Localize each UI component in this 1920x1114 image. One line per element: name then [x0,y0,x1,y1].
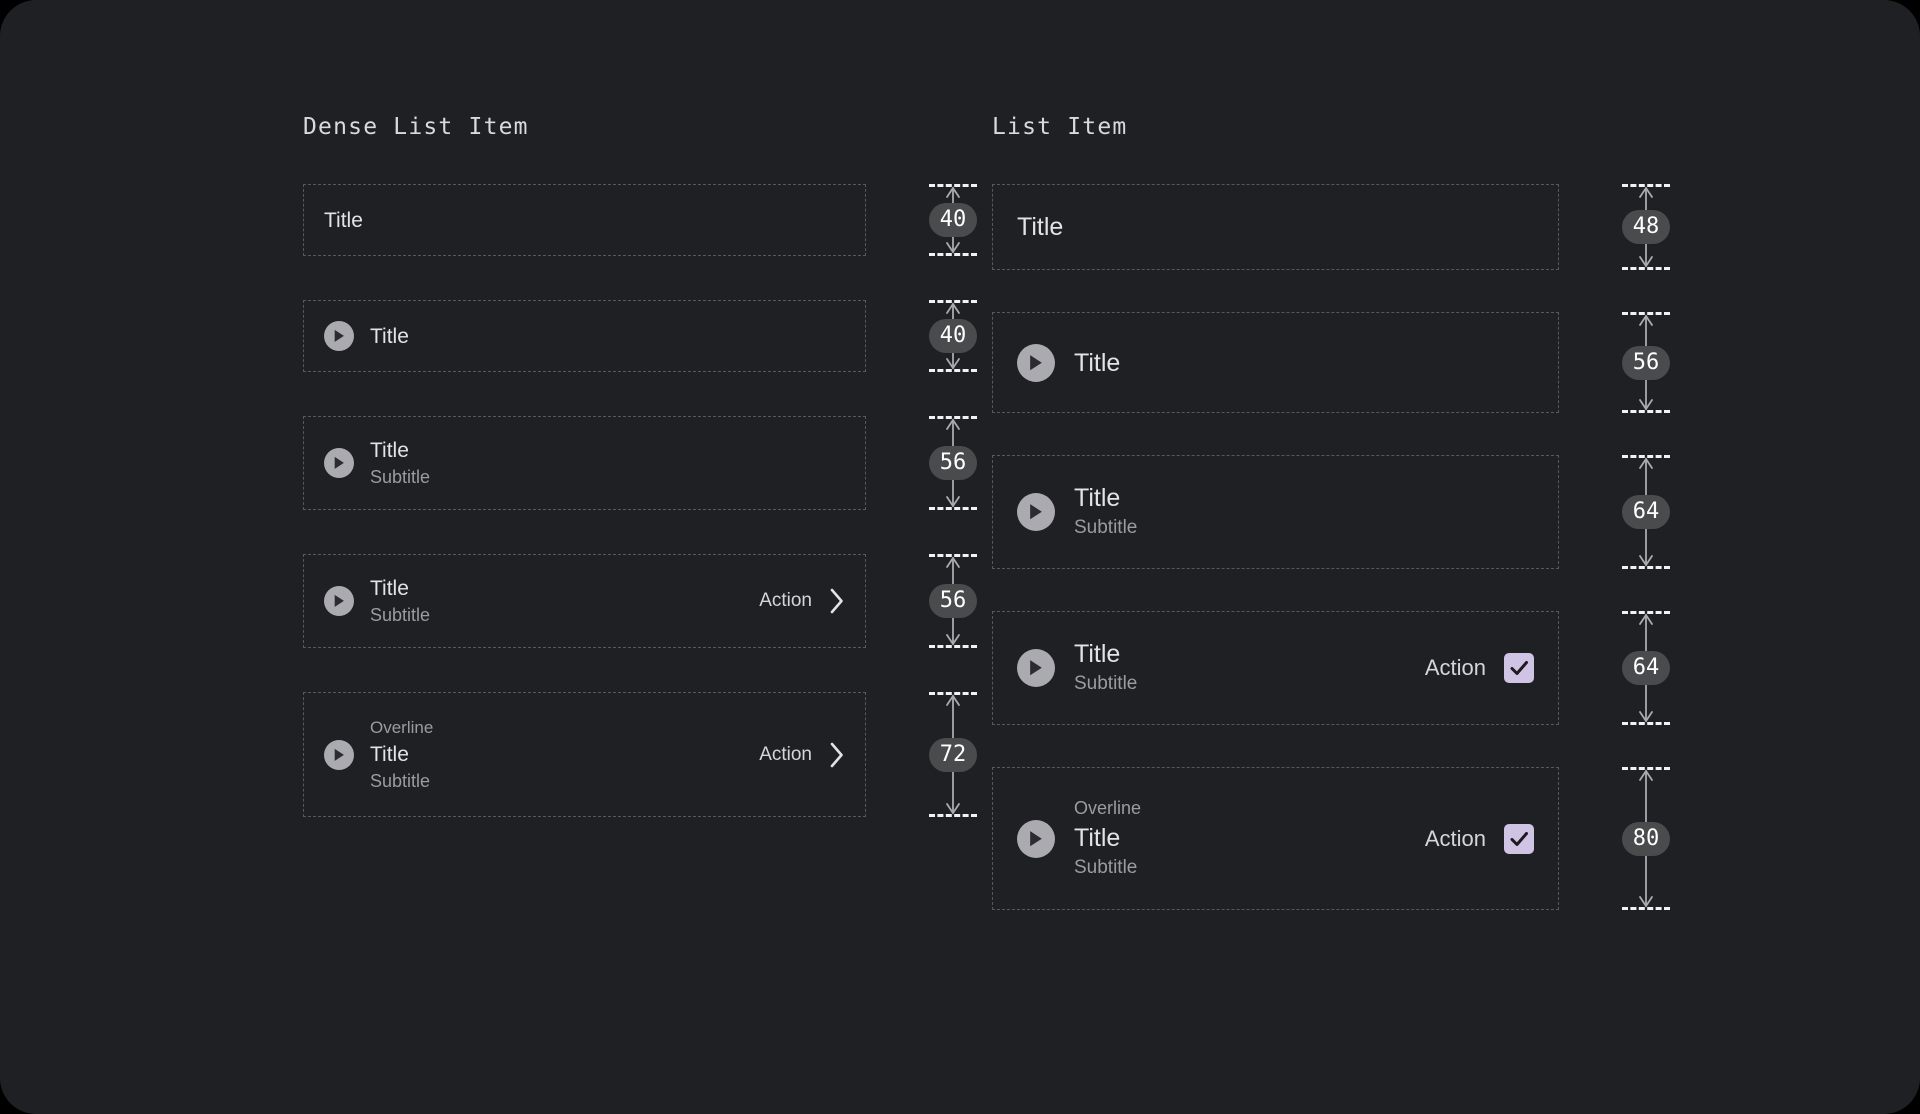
height-measurement: 72 [921,692,985,817]
height-measurement: 40 [921,184,985,256]
list-item-text-block: Title Subtitle [370,437,845,490]
height-badge: 56 [929,584,977,618]
height-measurement: 40 [921,300,985,372]
height-measurement: 56 [921,554,985,648]
list-item-subtitle: Subtitle [1074,857,1138,878]
action-label: Action [1424,825,1486,851]
list-item-text-block: Title Subtitle [370,575,759,628]
list-item-row: Overline Title Subtitle Action 80 [992,767,1670,910]
list-item-row: Title Subtitle 56 [303,416,977,510]
height-badge: 72 [929,737,977,772]
checkbox-checked-icon[interactable] [1504,653,1534,683]
list-item-title: Title [1074,484,1121,512]
list-item-text-block: Title [324,207,845,234]
play-circle-icon[interactable] [1017,649,1055,687]
list-item-text-block: Title Subtitle [1074,482,1534,542]
list-item-text-block: Title [1017,211,1534,243]
list-item-row: Overline Title Subtitle Action 72 [303,692,977,817]
list-item-text-block: Title Subtitle [1074,638,1425,698]
play-circle-icon[interactable] [1017,343,1055,382]
action-label: Action [759,590,812,611]
list-item-text-block: Title [370,323,845,350]
height-badge: 64 [1622,651,1670,685]
chevron-right-icon[interactable] [829,741,845,769]
height-badge: 80 [1622,821,1670,856]
list-item-title: Title [370,576,409,600]
list-item-overline: Overline [370,718,434,737]
list-item-title: Title [370,438,409,462]
list-item-text-block: Title [1074,347,1534,379]
list-item-overline: Overline [1074,798,1142,818]
list-item[interactable]: Overline Title Subtitle Action [303,692,866,817]
list-item[interactable]: Title Subtitle [992,455,1559,569]
list-item[interactable]: Title [303,184,866,256]
play-circle-icon[interactable] [1017,819,1055,858]
list-item[interactable]: Title Subtitle Action [303,554,866,648]
height-measurement: 56 [921,416,985,510]
height-measurement: 80 [1614,767,1678,910]
list-item[interactable]: Title [992,312,1559,413]
list-item-title: Title [370,743,409,766]
play-circle-icon[interactable] [324,448,354,478]
rows-dense: Title 40 Title 40 Title Subtitle 56 Title Subtit… [303,184,977,817]
height-badge: 56 [1622,345,1670,380]
list-item[interactable]: Title [303,300,866,372]
list-item-row: Title 56 [992,312,1670,413]
list-item-row: Title 40 [303,184,977,256]
list-item[interactable]: Title [992,184,1559,270]
list-item-subtitle: Subtitle [370,604,431,625]
height-badge: 40 [929,319,977,353]
height-badge: 40 [929,203,977,237]
height-measurement: 48 [1614,184,1678,270]
checkbox-checked-icon[interactable] [1504,823,1534,854]
list-item-subtitle: Subtitle [1074,517,1138,538]
play-circle-icon[interactable] [1017,493,1055,531]
list-item[interactable]: Title Subtitle [303,416,866,510]
play-circle-icon[interactable] [324,739,354,770]
list-item[interactable]: Overline Title Subtitle Action [992,767,1559,910]
list-item-trailing: Action [759,587,845,615]
column-header-regular: List Item [992,114,1128,140]
list-item-subtitle: Subtitle [370,771,431,791]
column-regular: List Item Title 48 Title 56 Title Subtitle 64 Ti… [992,112,1670,952]
list-item-trailing: Action [759,741,845,769]
list-item-trailing: Action [1425,653,1534,683]
list-item-row: Title 48 [992,184,1670,270]
action-label: Action [1424,655,1486,680]
list-item-title: Title [1074,824,1121,852]
play-circle-icon[interactable] [324,321,354,351]
list-item-text-block: Overline Title Subtitle [1074,795,1425,882]
list-item-subtitle: Subtitle [370,466,431,487]
chevron-right-icon[interactable] [829,587,845,615]
column-dense: Dense List Item Title 40 Title 40 Title Subtit… [303,112,977,861]
list-item-text-block: Overline Title Subtitle [370,715,759,794]
list-item[interactable]: Title Subtitle Action [992,611,1559,725]
columns-container: Dense List Item Title 40 Title 40 Title Subtit… [0,0,1920,1114]
list-item-trailing: Action [1424,823,1534,854]
list-item-title: Title [370,324,409,348]
play-circle-icon[interactable] [324,586,354,616]
list-item-row: Title Subtitle 64 [992,455,1670,569]
height-badge: 64 [1622,495,1670,529]
rows-regular: Title 48 Title 56 Title Subtitle 64 Title Subtit… [992,184,1670,910]
height-badge: 48 [1622,210,1670,244]
list-item-title: Title [324,208,363,232]
list-item-title: Title [1074,640,1121,668]
design-spec-canvas: Dense List Item Title 40 Title 40 Title Subtit… [0,0,1920,1114]
list-item-title: Title [1017,213,1064,241]
list-item-row: Title Subtitle Action 56 [303,554,977,648]
list-item-row: Title 40 [303,300,977,372]
action-label: Action [759,743,812,765]
list-item-title: Title [1074,348,1121,377]
list-item-row: Title Subtitle Action 64 [992,611,1670,725]
height-measurement: 56 [1614,312,1678,413]
height-measurement: 64 [1614,611,1678,725]
height-measurement: 64 [1614,455,1678,569]
height-badge: 56 [929,446,977,480]
list-item-subtitle: Subtitle [1074,673,1138,694]
column-header-dense: Dense List Item [303,114,529,140]
